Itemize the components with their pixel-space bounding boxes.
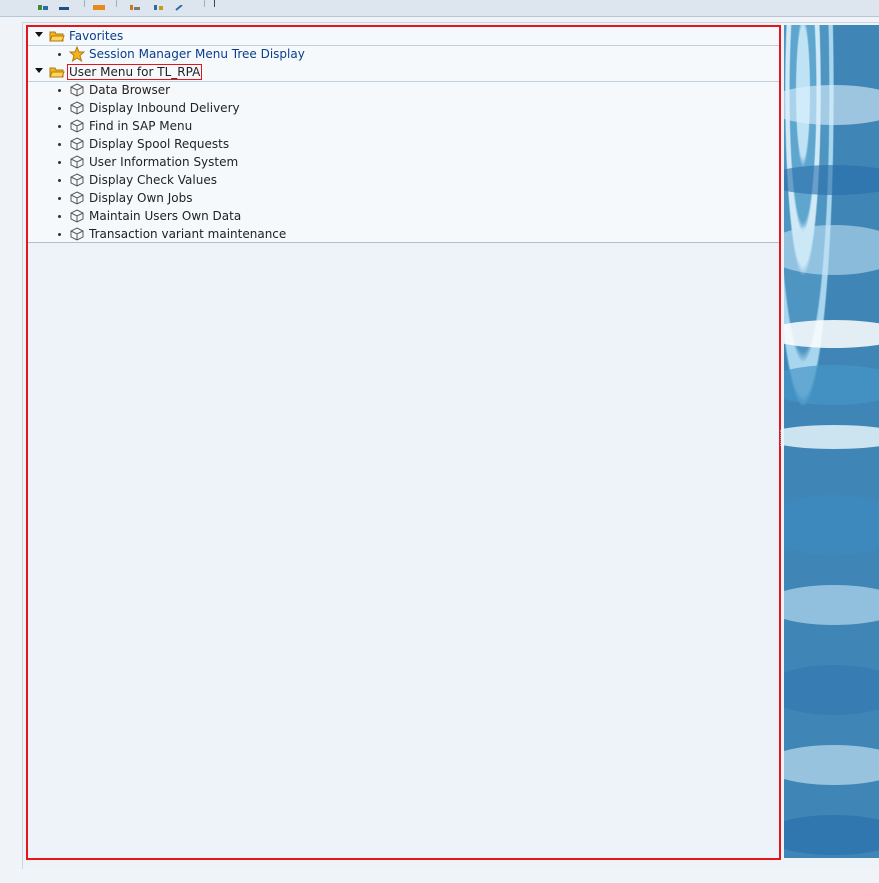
bullet-icon xyxy=(58,197,61,200)
toolbar-separator xyxy=(204,0,205,7)
menu-tree-panel: Favorites Session Manager Menu Tree Disp… xyxy=(26,25,781,860)
background-image xyxy=(784,25,879,858)
bullet-icon xyxy=(58,107,61,110)
toolbar-separator xyxy=(214,0,215,7)
move-favorite-icon[interactable] xyxy=(152,0,166,10)
tree-node-transaction[interactable]: Display Spool Requests xyxy=(28,135,779,153)
cube-icon xyxy=(69,227,85,241)
tree-node-label: User Menu for TL_RPA xyxy=(66,64,203,80)
cube-icon xyxy=(69,101,85,115)
tree-node-label: Session Manager Menu Tree Display xyxy=(89,47,305,61)
folder-open-icon xyxy=(49,65,65,79)
cube-icon xyxy=(69,83,85,97)
user-menu-icon[interactable] xyxy=(36,0,50,10)
tree-node-transaction[interactable]: Maintain Users Own Data xyxy=(28,207,779,225)
cube-icon xyxy=(69,119,85,133)
tree-node-transaction[interactable]: Display Own Jobs xyxy=(28,189,779,207)
bullet-icon xyxy=(58,143,61,146)
tree-node-label: User Information System xyxy=(89,155,239,169)
toolbar-separator xyxy=(116,0,117,7)
tree-node-label: Display Check Values xyxy=(89,173,217,187)
bullet-icon xyxy=(58,89,61,92)
tree-node-transaction[interactable]: Data Browser xyxy=(28,81,779,99)
tree-node-label: Display Spool Requests xyxy=(89,137,230,151)
bullet-icon xyxy=(58,125,61,128)
tree-node-label: Find in SAP Menu xyxy=(89,119,193,133)
tree-node-transaction[interactable]: Display Inbound Delivery xyxy=(28,99,779,117)
application-toolbar xyxy=(0,0,879,17)
tree-node-favorites[interactable]: Favorites xyxy=(28,27,779,46)
change-favorite-icon[interactable] xyxy=(128,0,142,10)
tree-node-label: Maintain Users Own Data xyxy=(89,209,242,223)
panel-splitter[interactable] xyxy=(780,430,783,446)
cube-icon xyxy=(69,155,85,169)
tree-node-favorite-item[interactable]: Session Manager Menu Tree Display xyxy=(28,45,779,63)
tree-node-label: Favorites xyxy=(69,29,124,43)
cube-icon xyxy=(69,173,85,187)
tree-node-label: Display Inbound Delivery xyxy=(89,101,240,115)
star-icon xyxy=(68,45,86,63)
tree-node-transaction[interactable]: Transaction variant maintenance xyxy=(28,225,779,243)
tree-node-transaction[interactable]: User Information System xyxy=(28,153,779,171)
tree-node-label: Data Browser xyxy=(89,83,171,97)
cube-icon xyxy=(69,137,85,151)
bullet-icon xyxy=(58,161,61,164)
cube-icon xyxy=(69,191,85,205)
tree-node-transaction[interactable]: Display Check Values xyxy=(28,171,779,189)
tree-node-label: Display Own Jobs xyxy=(89,191,193,205)
sap-menu-icon[interactable] xyxy=(58,0,72,10)
toolbar-separator xyxy=(84,0,85,7)
bullet-icon xyxy=(58,233,61,236)
bullet-icon xyxy=(58,179,61,182)
bullet-icon xyxy=(58,215,61,218)
bullet-icon xyxy=(58,53,61,56)
tree-node-user-menu[interactable]: User Menu for TL_RPA xyxy=(28,63,779,82)
expand-arrow-icon[interactable] xyxy=(35,32,43,37)
tree-node-label: Transaction variant maintenance xyxy=(89,227,287,241)
more-icon[interactable] xyxy=(174,0,188,11)
expand-arrow-icon[interactable] xyxy=(35,68,43,73)
cube-icon xyxy=(69,209,85,223)
tree-node-transaction[interactable]: Find in SAP Menu xyxy=(28,117,779,135)
add-favorite-icon[interactable] xyxy=(92,0,106,10)
folder-open-icon xyxy=(49,29,65,43)
